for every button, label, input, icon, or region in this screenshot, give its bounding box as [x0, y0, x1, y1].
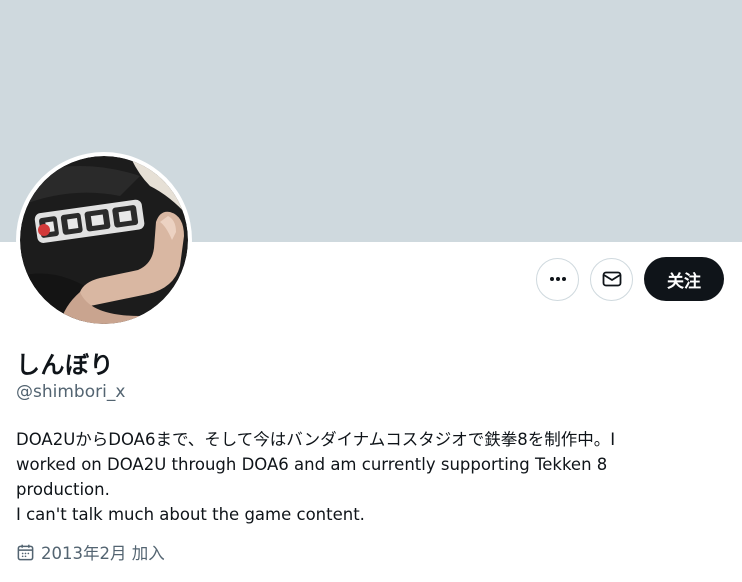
profile-actions: 关注 [536, 257, 724, 301]
message-button[interactable] [590, 257, 633, 301]
follow-button[interactable]: 关注 [644, 257, 724, 301]
user-handle: @shimbori_x [16, 382, 126, 402]
bio-line: I can't talk much about the game content… [16, 505, 365, 524]
envelope-icon [602, 271, 621, 287]
avatar-image [20, 156, 188, 324]
bio-line: worked on DOA2U through DOA6 and am curr… [16, 455, 608, 474]
join-date-text: 2013年2月 加入 [41, 544, 165, 563]
more-horizontal-icon [549, 277, 566, 281]
bio-line: production. [16, 480, 110, 499]
profile-bio: DOA2UからDOA6まで、そして今はバンダイナムコスタジオで鉄拳8を制作中。I… [16, 427, 716, 527]
display-name: しんぼり [16, 351, 114, 379]
join-date: 2013年2月 加入 [16, 540, 165, 564]
more-button[interactable] [536, 257, 579, 301]
calendar-icon [17, 544, 34, 560]
avatar[interactable] [16, 152, 192, 328]
bio-line: DOA2UからDOA6まで、そして今はバンダイナムコスタジオで鉄拳8を制作中。I [16, 430, 616, 449]
